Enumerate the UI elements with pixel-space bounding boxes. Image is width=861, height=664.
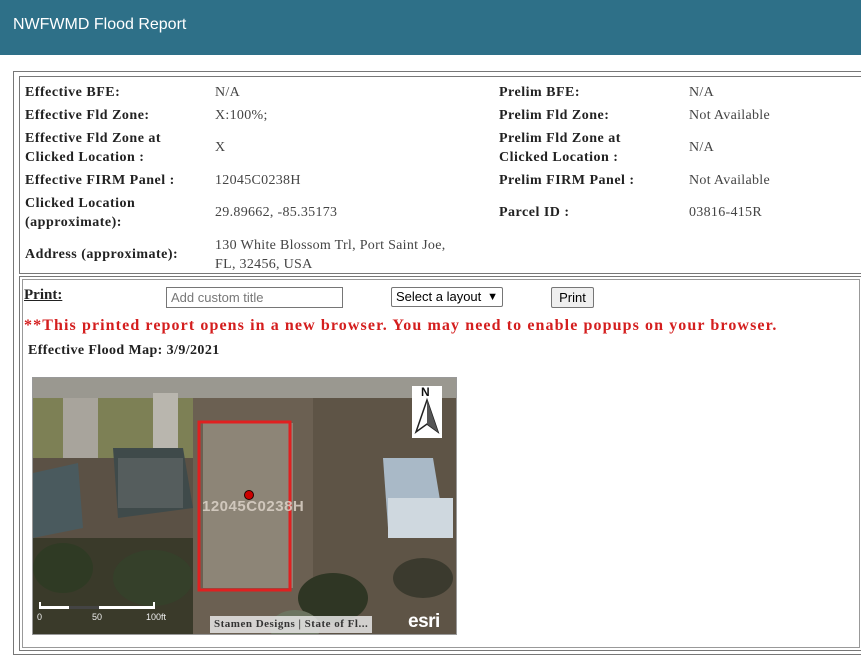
- popup-warning: **This printed report opens in a new bro…: [24, 317, 778, 334]
- effective-fld-zone-label: Effective Fld Zone:: [25, 108, 150, 123]
- prelim-bfe-value: N/A: [689, 85, 715, 100]
- parcel-id-label: Parcel ID :: [499, 205, 570, 220]
- layout-select[interactable]: Select a layout ▼: [391, 287, 503, 307]
- prelim-fld-zone-value: Not Available: [689, 108, 771, 123]
- parcel-id-value: 03816-415R: [689, 205, 762, 220]
- address-label: Address (approximate):: [25, 247, 179, 262]
- effective-fld-zone-clicked-value: X: [215, 140, 226, 155]
- prelim-fld-zone-clicked-value: N/A: [689, 140, 715, 155]
- print-label: Print:: [24, 287, 63, 303]
- prelim-fld-zone-clicked-label-1: Prelim Fld Zone at: [499, 131, 621, 146]
- effective-bfe-label: Effective BFE:: [25, 85, 121, 100]
- clicked-location-label-2: (approximate):: [25, 215, 122, 230]
- prelim-firm-panel-value: Not Available: [689, 173, 771, 188]
- effective-firm-panel-label: Effective FIRM Panel :: [25, 173, 175, 188]
- prelim-firm-panel-label: Prelim FIRM Panel :: [499, 173, 635, 188]
- prelim-fld-zone-clicked-label-2: Clicked Location :: [499, 150, 619, 165]
- chevron-down-icon: ▼: [487, 291, 498, 303]
- scale-label-100: 100ft: [146, 612, 167, 622]
- map-attribution[interactable]: Stamen Designs | State of Fl...: [210, 616, 373, 633]
- effective-fld-zone-value: X:100%;: [215, 108, 268, 123]
- app-title: NWFWMD Flood Report: [13, 16, 187, 33]
- scale-label-0: 0: [37, 612, 43, 622]
- app-header: NWFWMD Flood Report: [0, 0, 861, 55]
- clicked-location-label-1: Clicked Location: [25, 196, 136, 211]
- layout-select-value: Select a layout: [396, 289, 482, 304]
- effective-firm-panel-value: 12045C0238H: [215, 173, 301, 188]
- clicked-location-value: 29.89662, -85.35173: [215, 205, 338, 220]
- custom-title-input[interactable]: [166, 287, 343, 308]
- north-label: N: [421, 385, 430, 399]
- prelim-fld-zone-label: Prelim Fld Zone:: [499, 108, 610, 123]
- print-button[interactable]: Print: [551, 287, 594, 308]
- address-value-2: FL, 32456, USA: [215, 257, 313, 272]
- esri-logo: esri: [408, 611, 440, 632]
- effective-bfe-value: N/A: [215, 85, 241, 100]
- address-value-1: 130 White Blossom Trl, Port Saint Joe,: [215, 238, 446, 253]
- map-caption: Effective Flood Map: 3/9/2021: [28, 343, 220, 358]
- effective-fld-zone-clicked-label-1: Effective Fld Zone at: [25, 131, 162, 146]
- firm-panel-map-label: 12045C0238H: [202, 498, 305, 515]
- prelim-bfe-label: Prelim BFE:: [499, 85, 581, 100]
- scale-label-50: 50: [92, 612, 103, 622]
- effective-fld-zone-clicked-label-2: Clicked Location :: [25, 150, 145, 165]
